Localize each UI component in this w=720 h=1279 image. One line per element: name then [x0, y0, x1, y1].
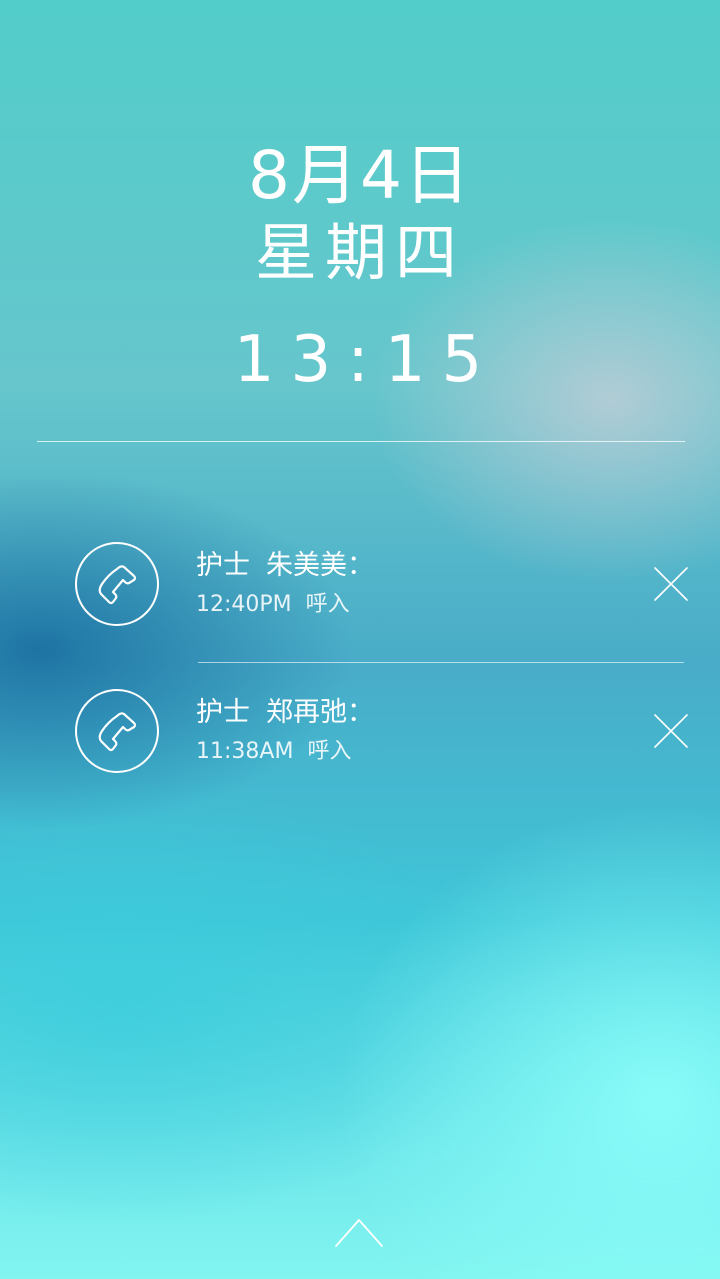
call-time: 11:38AM — [196, 739, 294, 764]
time-label: 13:15 — [233, 323, 499, 397]
notification-divider — [198, 662, 684, 663]
close-icon[interactable] — [652, 712, 690, 750]
weekday-label: 星期四 — [254, 216, 465, 289]
call-info: 12:40PM 呼入 — [196, 591, 350, 619]
close-icon[interactable] — [652, 565, 690, 603]
caller-name: 郑再弛： — [266, 697, 374, 728]
missed-call-notification[interactable]: 护士 朱美美： 12:40PM 呼入 — [0, 535, 720, 635]
call-type: 呼入 — [307, 739, 352, 764]
call-info: 11:38AM 呼入 — [196, 738, 351, 766]
caller-role: 护士 — [196, 550, 250, 581]
caller-name: 朱美美： — [266, 550, 374, 581]
missed-call-notification[interactable]: 护士 郑再弛： 11:38AM 呼入 — [0, 682, 720, 782]
caller-role: 护士 — [196, 697, 250, 728]
date-label: 8月4日 — [248, 137, 472, 214]
call-type: 呼入 — [305, 592, 350, 617]
phone-icon — [75, 689, 159, 773]
caller-label: 护士 郑再弛： — [196, 696, 374, 730]
clock-divider — [37, 441, 685, 442]
phone-icon — [75, 542, 159, 626]
chevron-up-icon[interactable] — [333, 1213, 385, 1251]
lockscreen-clock: 8月4日 星期四 13:15 — [0, 138, 720, 398]
caller-label: 护士 朱美美： — [196, 549, 374, 583]
call-time: 12:40PM — [196, 592, 292, 617]
